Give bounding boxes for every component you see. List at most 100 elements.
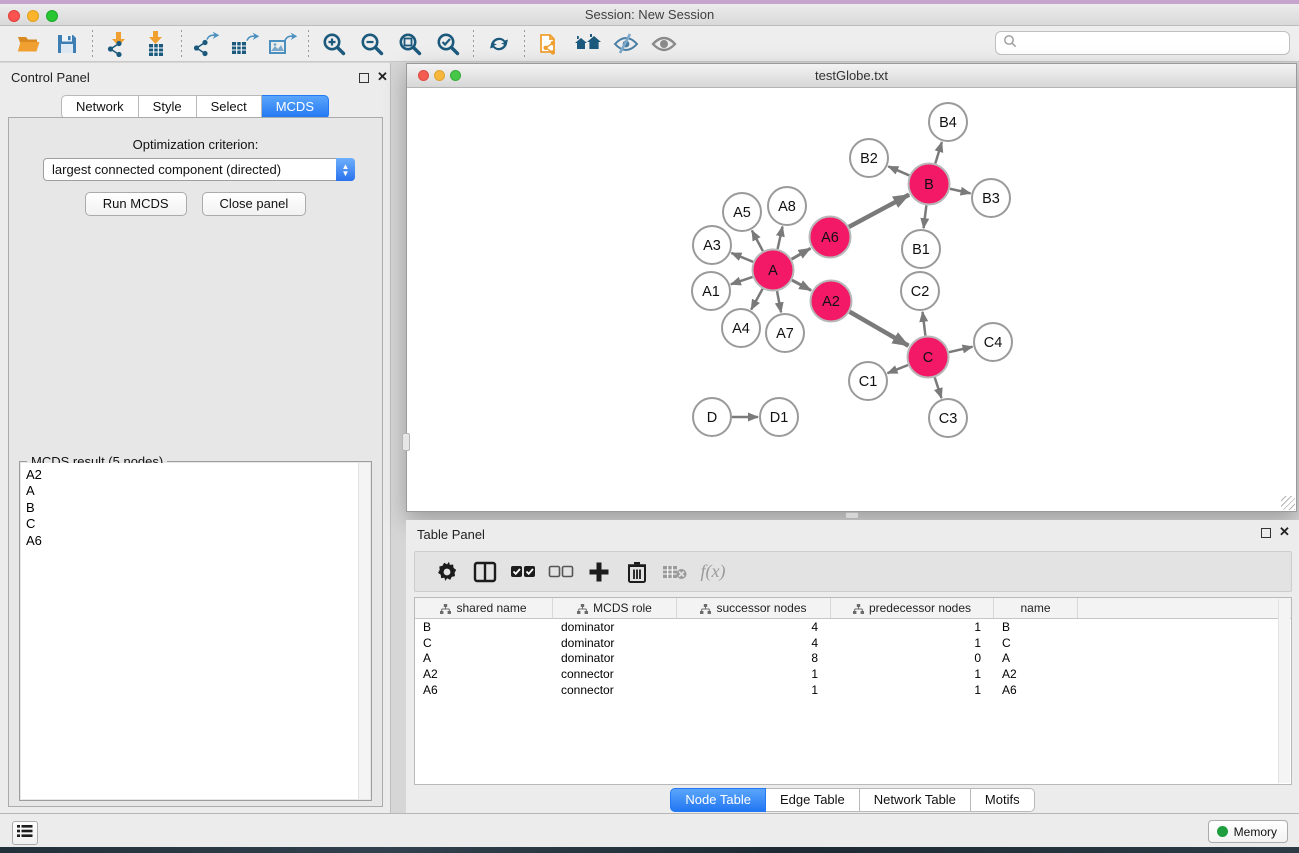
graph-node-B2[interactable]: B2 (850, 139, 888, 177)
tab-network[interactable]: Network (61, 95, 139, 119)
export-image-icon[interactable] (264, 29, 302, 59)
tab-mcds[interactable]: MCDS (262, 95, 329, 119)
tab-edge-table[interactable]: Edge Table (766, 788, 860, 812)
table-cell[interactable]: A (994, 650, 1078, 666)
graph-node-C4[interactable]: C4 (974, 323, 1012, 361)
graph-node-D1[interactable]: D1 (760, 398, 798, 436)
graph-edge-A-A5[interactable] (752, 231, 763, 252)
graph-node-B4[interactable]: B4 (929, 103, 967, 141)
zoom-fit-icon[interactable] (391, 29, 429, 59)
graph-node-A2[interactable]: A2 (811, 281, 852, 322)
zoom-selected-icon[interactable] (429, 29, 467, 59)
close-panel-icon[interactable]: ✕ (377, 69, 388, 85)
open-session-icon[interactable] (10, 29, 48, 59)
graph-edge-A2-C[interactable] (850, 312, 909, 346)
table-cell[interactable]: 1 (831, 619, 994, 635)
table-row[interactable]: A6connector11A6 (415, 682, 1291, 698)
graph-node-B1[interactable]: B1 (902, 230, 940, 268)
hide-graphics-icon[interactable] (607, 29, 645, 59)
graph-node-A1[interactable]: A1 (692, 272, 730, 310)
float-panel-icon[interactable] (359, 73, 369, 83)
add-column-icon[interactable] (580, 556, 618, 588)
graph-edge-A6-B[interactable] (849, 195, 909, 227)
graph-node-A7[interactable]: A7 (766, 314, 804, 352)
memory-button[interactable]: Memory (1208, 820, 1288, 843)
zoom-in-icon[interactable] (315, 29, 353, 59)
graph-node-A8[interactable]: A8 (768, 187, 806, 225)
table-cell[interactable]: connector (553, 682, 677, 698)
table-cell[interactable]: 4 (677, 635, 831, 651)
graph-node-D[interactable]: D (693, 398, 731, 436)
table-cell[interactable]: 0 (831, 650, 994, 666)
table-cell[interactable]: A2 (415, 666, 553, 682)
graph-node-A3[interactable]: A3 (693, 226, 731, 264)
table-cell[interactable]: 4 (677, 619, 831, 635)
graph-edge-B-B1[interactable] (924, 205, 927, 228)
table-cell[interactable]: 1 (831, 666, 994, 682)
tab-select[interactable]: Select (197, 95, 262, 119)
result-list-scrollbar[interactable] (358, 463, 370, 799)
export-table-icon[interactable] (226, 29, 264, 59)
graph-edge-A-A4[interactable] (751, 289, 762, 310)
table-cell[interactable]: 1 (831, 635, 994, 651)
graph-edge-A-A3[interactable] (731, 253, 753, 262)
graph-node-B[interactable]: B (909, 164, 950, 205)
graph-edge-C-C3[interactable] (935, 377, 942, 398)
tab-style[interactable]: Style (139, 95, 197, 119)
column-header-predecessor-nodes[interactable]: predecessor nodes (831, 598, 994, 618)
table-cell[interactable]: dominator (553, 635, 677, 651)
close-table-panel-icon[interactable]: ✕ (1279, 524, 1290, 540)
window-resize-grip[interactable] (1281, 496, 1295, 510)
network-window-titlebar[interactable]: testGlobe.txt (407, 64, 1296, 88)
run-mcds-button[interactable]: Run MCDS (85, 192, 187, 216)
refresh-icon[interactable] (480, 29, 518, 59)
birdseye-handle-icon[interactable] (402, 433, 410, 451)
deselect-all-icon[interactable] (542, 556, 580, 588)
show-graphics-icon[interactable] (645, 29, 683, 59)
graph-edge-A-A8[interactable] (778, 227, 783, 249)
import-table-icon[interactable] (137, 29, 175, 59)
table-cell[interactable]: A6 (415, 682, 553, 698)
mcds-result-list[interactable]: A2ABCA6 (21, 463, 370, 799)
save-session-icon[interactable] (48, 29, 86, 59)
table-cell[interactable]: 1 (677, 682, 831, 698)
optimization-select[interactable]: largest connected component (directed) ▲… (43, 158, 355, 181)
clone-network-icon[interactable] (531, 29, 569, 59)
float-table-panel-icon[interactable] (1261, 528, 1271, 538)
import-network-icon[interactable] (99, 29, 137, 59)
table-cell[interactable]: B (994, 619, 1078, 635)
table-scrollbar[interactable] (1278, 599, 1290, 783)
column-header-name[interactable]: name (994, 598, 1078, 618)
graph-node-C2[interactable]: C2 (901, 272, 939, 310)
mcds-result-item[interactable]: B (26, 500, 370, 516)
table-cell[interactable]: A (415, 650, 553, 666)
close-panel-button[interactable]: Close panel (202, 192, 307, 216)
task-history-button[interactable] (12, 821, 38, 845)
graph-edge-A-A7[interactable] (777, 291, 781, 312)
table-cell[interactable]: C (994, 635, 1078, 651)
mcds-result-item[interactable]: A6 (26, 533, 370, 549)
graph-edge-C-C2[interactable] (923, 312, 926, 336)
graph-node-A6[interactable]: A6 (810, 217, 851, 258)
network-graph[interactable]: B4B2BB3A5A8A6B1A3AC2A1A2A4A7C4CC1C3DD1 (407, 88, 1296, 511)
table-row[interactable]: A2connector11A2 (415, 666, 1291, 682)
export-network-icon[interactable] (188, 29, 226, 59)
table-cell[interactable]: 1 (677, 666, 831, 682)
column-header-mcds-role[interactable]: MCDS role (553, 598, 677, 618)
table-cell[interactable]: dominator (553, 619, 677, 635)
graph-node-A[interactable]: A (753, 250, 794, 291)
select-all-icon[interactable] (504, 556, 542, 588)
settings-gear-icon[interactable] (428, 556, 466, 588)
graph-edge-B-B3[interactable] (950, 189, 971, 194)
home-icon[interactable] (569, 29, 607, 59)
table-cell[interactable]: 1 (831, 682, 994, 698)
table-cell[interactable]: B (415, 619, 553, 635)
graph-edge-A-A2[interactable] (792, 280, 811, 290)
graph-node-B3[interactable]: B3 (972, 179, 1010, 217)
mcds-result-item[interactable]: C (26, 516, 370, 532)
graph-edge-A-A1[interactable] (731, 277, 753, 284)
column-header-successor-nodes[interactable]: successor nodes (677, 598, 831, 618)
graph-edge-A-A6[interactable] (792, 248, 811, 259)
tab-node-table[interactable]: Node Table (670, 788, 766, 812)
mcds-result-item[interactable]: A (26, 483, 370, 499)
